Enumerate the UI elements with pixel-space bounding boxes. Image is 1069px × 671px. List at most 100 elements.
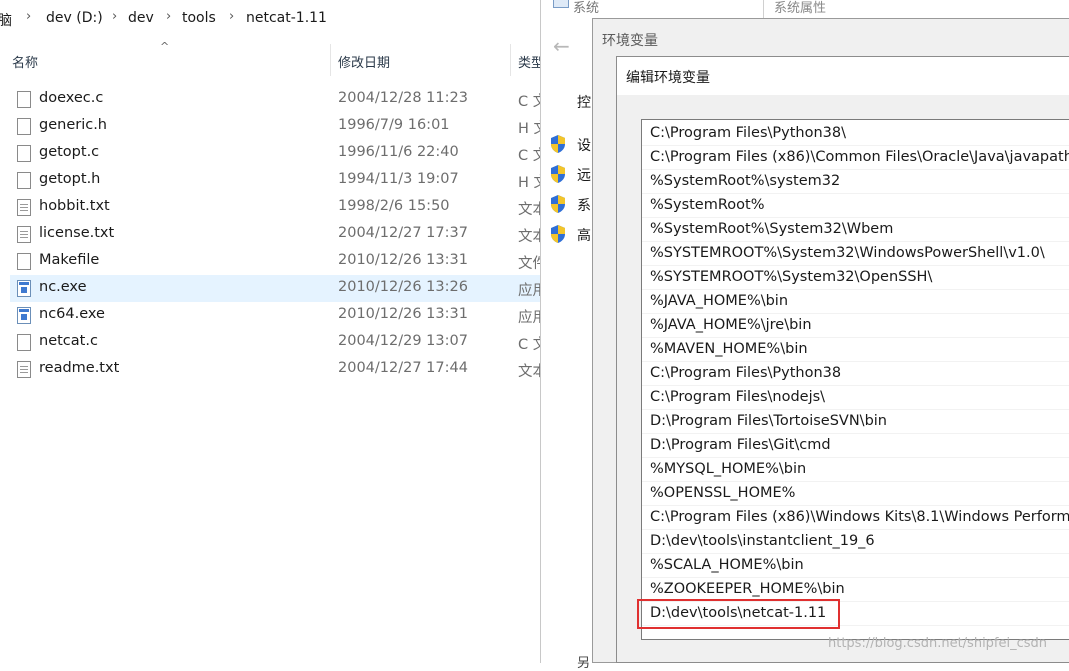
path-text: %SystemRoot%	[650, 197, 765, 213]
path-text: D:\Program Files\Git\cmd	[650, 437, 831, 453]
file-row[interactable]: readme.txt 2004/12/27 17:44 文本	[10, 356, 540, 383]
c-file-icon	[17, 91, 31, 108]
control-panel-label[interactable]: 控	[577, 92, 591, 112]
breadcrumb-item-tools[interactable]: tools	[182, 10, 216, 26]
file-row[interactable]: getopt.c 1996/11/6 22:40 C 文	[10, 140, 540, 167]
system-window-title: 系统	[573, 1, 600, 16]
path-text: %OPENSSL_HOME%	[650, 485, 796, 501]
dialog-titlebar[interactable]: 编辑环境变量	[617, 57, 1069, 95]
file-row[interactable]: doexec.c 2004/12/28 11:23 C 文	[10, 86, 540, 113]
file-row-selected[interactable]: nc.exe 2010/12/26 13:26 应用	[10, 275, 540, 302]
file-row[interactable]: nc64.exe 2010/12/26 13:31 应用	[10, 302, 540, 329]
column-divider[interactable]	[510, 44, 511, 76]
file-row[interactable]: netcat.c 2004/12/29 13:07 C 文	[10, 329, 540, 356]
path-list-item[interactable]: %SCALA_HOME%\bin	[642, 554, 1069, 578]
advanced-settings-link[interactable]: 高	[549, 224, 591, 246]
file-type: 文本	[518, 202, 540, 218]
back-arrow-icon[interactable]: ←	[553, 34, 570, 58]
path-text: C:\Program Files\Python38	[650, 365, 842, 381]
path-list-item[interactable]: C:\Program Files\nodejs\	[642, 386, 1069, 410]
computer-icon	[553, 0, 569, 8]
path-text: %SYSTEMROOT%\System32\OpenSSH\	[650, 269, 933, 285]
breadcrumb-item-dev[interactable]: dev	[128, 10, 154, 26]
path-list-item[interactable]: C:\Program Files (x86)\Common Files\Orac…	[642, 146, 1069, 170]
dialog-title: 编辑环境变量	[626, 70, 710, 86]
file-date: 2004/12/28 11:23	[338, 90, 468, 106]
path-list-item[interactable]: %MYSQL_HOME%\bin	[642, 458, 1069, 482]
path-list-item[interactable]: %SystemRoot%	[642, 194, 1069, 218]
path-list-item[interactable]: D:\Program Files\Git\cmd	[642, 434, 1069, 458]
text-file-icon	[17, 199, 31, 216]
file-row[interactable]: getopt.h 1994/11/3 19:07 H 文	[10, 167, 540, 194]
path-list-item[interactable]: C:\Program Files\Python38\	[642, 122, 1069, 146]
file-row[interactable]: generic.h 1996/7/9 16:01 H 文	[10, 113, 540, 140]
file-type: C 文	[518, 337, 540, 353]
path-text: %JAVA_HOME%\bin	[650, 293, 789, 309]
path-text: C:\Program Files\nodejs\	[650, 389, 826, 405]
file-date: 2004/12/29 13:07	[338, 333, 468, 349]
text-file-icon	[17, 226, 31, 243]
uac-shield-icon	[551, 165, 565, 183]
path-list-item[interactable]: C:\Program Files\Python38	[642, 362, 1069, 386]
file-date: 1996/7/9 16:01	[338, 117, 450, 133]
path-list-item[interactable]: %MAVEN_HOME%\bin	[642, 338, 1069, 362]
file-type: 应用	[518, 310, 540, 326]
file-type: H 文	[518, 175, 540, 191]
c-file-icon	[17, 145, 31, 162]
column-divider[interactable]	[330, 44, 331, 76]
exe-file-icon	[17, 307, 31, 324]
path-list-item[interactable]: D:\dev\tools\instantclient_19_6	[642, 530, 1069, 554]
link-label: 系	[577, 198, 591, 214]
path-text: D:\dev\tools\instantclient_19_6	[650, 533, 875, 549]
path-list[interactable]: C:\Program Files\Python38\ C:\Program Fi…	[641, 119, 1069, 640]
path-list-item[interactable]: %JAVA_HOME%\jre\bin	[642, 314, 1069, 338]
link-label: 高	[577, 228, 591, 244]
breadcrumb-item-drive[interactable]: dev (D:)	[46, 10, 103, 26]
path-list-item[interactable]: %SystemRoot%\System32\Wbem	[642, 218, 1069, 242]
path-text: %SCALA_HOME%\bin	[650, 557, 804, 573]
path-list-item[interactable]: %SystemRoot%\system32	[642, 170, 1069, 194]
path-list-item[interactable]: D:\Program Files\TortoiseSVN\bin	[642, 410, 1069, 434]
breadcrumb-item-netcat[interactable]: netcat-1.11	[246, 10, 327, 26]
path-list-item[interactable]: %JAVA_HOME%\bin	[642, 290, 1069, 314]
file-row[interactable]: hobbit.txt 1998/2/6 15:50 文本	[10, 194, 540, 221]
path-list-item[interactable]: %OPENSSL_HOME%	[642, 482, 1069, 506]
file-type: 应用	[518, 283, 540, 299]
path-text: %ZOOKEEPER_HOME%\bin	[650, 581, 845, 597]
file-type: C 文	[518, 94, 540, 110]
file-name: netcat.c	[39, 333, 98, 349]
column-header-type[interactable]: 类型	[518, 52, 540, 71]
file-type: 文本	[518, 364, 540, 380]
file-row[interactable]: Makefile 2010/12/26 13:31 文件	[10, 248, 540, 275]
path-text: %SystemRoot%\system32	[650, 173, 841, 189]
remote-settings-link[interactable]: 远	[549, 164, 591, 186]
system-protection-link[interactable]: 系	[549, 194, 591, 216]
file-name: license.txt	[39, 225, 115, 241]
environment-variables-title: 环境变量	[602, 33, 658, 49]
device-manager-link[interactable]: 设	[549, 134, 591, 156]
column-header-row: 名称 修改日期 类型	[0, 44, 540, 76]
watermark: https://blog.csdn.net/shipfei_csdn	[828, 636, 1048, 651]
file-icon	[17, 253, 31, 270]
chevron-right-icon: ›	[229, 9, 235, 24]
breadcrumb-item-pc[interactable]: 脑	[0, 10, 12, 30]
exe-file-icon	[17, 280, 31, 297]
path-text: C:\Program Files (x86)\Windows Kits\8.1\…	[650, 509, 1069, 525]
column-header-name[interactable]: 名称	[12, 52, 38, 71]
chevron-right-icon: ›	[26, 9, 32, 24]
file-name: readme.txt	[39, 360, 120, 376]
edit-environment-variable-dialog: 编辑环境变量 C:\Program Files\Python38\ C:\Pro…	[616, 56, 1069, 663]
highlight-annotation-box	[637, 599, 840, 629]
path-list-item[interactable]: %SYSTEMROOT%\System32\WindowsPowerShell\…	[642, 242, 1069, 266]
file-row[interactable]: license.txt 2004/12/27 17:37 文本	[10, 221, 540, 248]
h-file-icon	[17, 118, 31, 135]
uac-shield-icon	[551, 195, 565, 213]
path-list-item[interactable]: C:\Program Files (x86)\Windows Kits\8.1\…	[642, 506, 1069, 530]
column-header-date[interactable]: 修改日期	[338, 52, 390, 71]
link-label: 设	[577, 138, 591, 154]
path-text: %JAVA_HOME%\jre\bin	[650, 317, 812, 333]
path-list-item[interactable]: %SYSTEMROOT%\System32\OpenSSH\	[642, 266, 1069, 290]
file-date: 1998/2/6 15:50	[338, 198, 450, 214]
system-properties-window: 系统属性	[763, 0, 1069, 18]
system-properties-title: 系统属性	[774, 1, 827, 16]
